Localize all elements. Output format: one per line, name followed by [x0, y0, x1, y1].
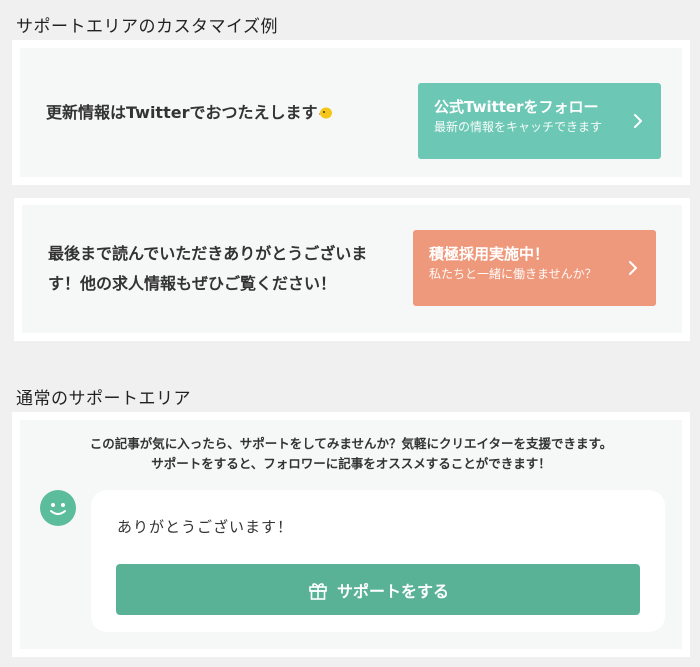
support-description-line2: サポートをすると、フォロワーに記事をオススメすることができます！ — [151, 456, 551, 471]
recruit-button-title: 積極採用実施中！ — [429, 245, 550, 263]
support-description-line1: この記事が気に入ったら、サポートをしてみませんか？気軽にクリエイターを支援できま… — [89, 436, 613, 451]
support-area-inner: この記事が気に入ったら、サポートをしてみませんか？気軽にクリエイターを支援できま… — [20, 420, 682, 649]
support-button-label: サポートをする — [336, 581, 449, 601]
follow-twitter-button-title: 公式Twitterをフォロー — [434, 98, 599, 116]
twitter-message-text: 更新情報はTwitterでおつたえします — [46, 103, 318, 122]
custom-section-heading: サポートエリアのカスタマイズ例 — [16, 17, 278, 37]
recruit-message-line2: す！他の求人情報もぜひご覧ください！ — [48, 274, 337, 293]
custom-card-recruit-inner: 最後まで読んでいただきありがとうございま す！他の求人情報もぜひご覧ください！ … — [22, 205, 682, 333]
thanks-message: ありがとうございます！ — [117, 518, 294, 536]
follow-twitter-button-subtitle: 最新の情報をキャッチできます — [434, 120, 603, 134]
chevron-right-icon — [634, 114, 642, 128]
support-area: この記事が気に入ったら、サポートをしてみませんか？気軽にクリエイターを支援できま… — [12, 412, 690, 657]
support-message-bubble: ありがとうございます！ サポートをする — [91, 490, 665, 632]
gift-icon — [309, 582, 327, 600]
custom-card-twitter: 更新情報はTwitterでおつたえします 公式Twitterをフォロー 最新の情… — [12, 40, 690, 185]
recruit-message: 最後まで読んでいただきありがとうございま す！他の求人情報もぜひご覧ください！ — [48, 239, 367, 299]
custom-card-recruit: 最後まで読んでいただきありがとうございま す！他の求人情報もぜひご覧ください！ … — [14, 198, 690, 341]
recruit-button[interactable]: 積極採用実施中！ 私たちと一緒に働きませんか？ — [413, 230, 656, 306]
custom-card-twitter-inner: 更新情報はTwitterでおつたえします 公式Twitterをフォロー 最新の情… — [20, 48, 682, 177]
normal-section-heading: 通常のサポートエリア — [16, 389, 191, 409]
recruit-button-subtitle: 私たちと一緒に働きませんか？ — [429, 267, 597, 281]
support-button[interactable]: サポートをする — [116, 564, 640, 615]
chevron-right-icon — [629, 261, 637, 275]
twitter-message: 更新情報はTwitterでおつたえします — [46, 98, 333, 129]
smile-avatar-icon — [40, 490, 76, 526]
chick-emoji-icon — [318, 99, 333, 129]
follow-twitter-button[interactable]: 公式Twitterをフォロー 最新の情報をキャッチできます — [418, 83, 661, 159]
recruit-message-line1: 最後まで読んでいただきありがとうございま — [48, 244, 368, 263]
